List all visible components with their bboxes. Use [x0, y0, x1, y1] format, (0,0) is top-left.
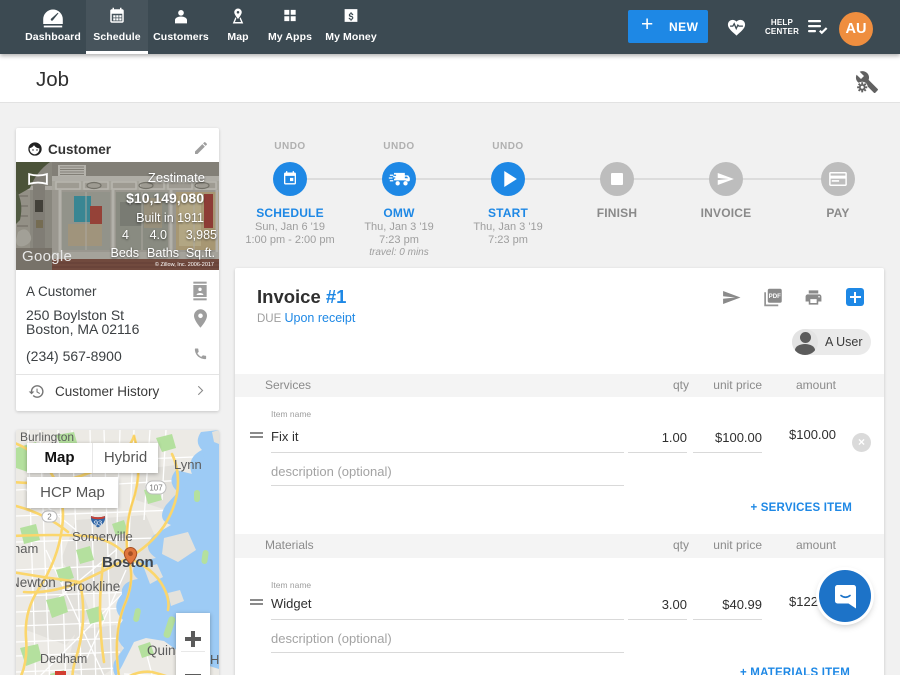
svg-text:93: 93 — [94, 519, 102, 528]
svg-text:Burlington: Burlington — [20, 430, 74, 444]
svg-text:Hi: Hi — [210, 652, 219, 667]
svg-text:Lynn: Lynn — [174, 457, 202, 472]
svg-text:ham: ham — [16, 541, 38, 556]
svg-text:2: 2 — [47, 513, 52, 522]
svg-text:PDF: PDF — [769, 293, 781, 300]
svg-text:Somerville: Somerville — [72, 529, 133, 544]
svg-text:107: 107 — [149, 484, 163, 493]
svg-text:Dedham: Dedham — [40, 652, 87, 666]
svg-text:Brookline: Brookline — [64, 579, 120, 594]
svg-text:Newton: Newton — [16, 575, 56, 590]
